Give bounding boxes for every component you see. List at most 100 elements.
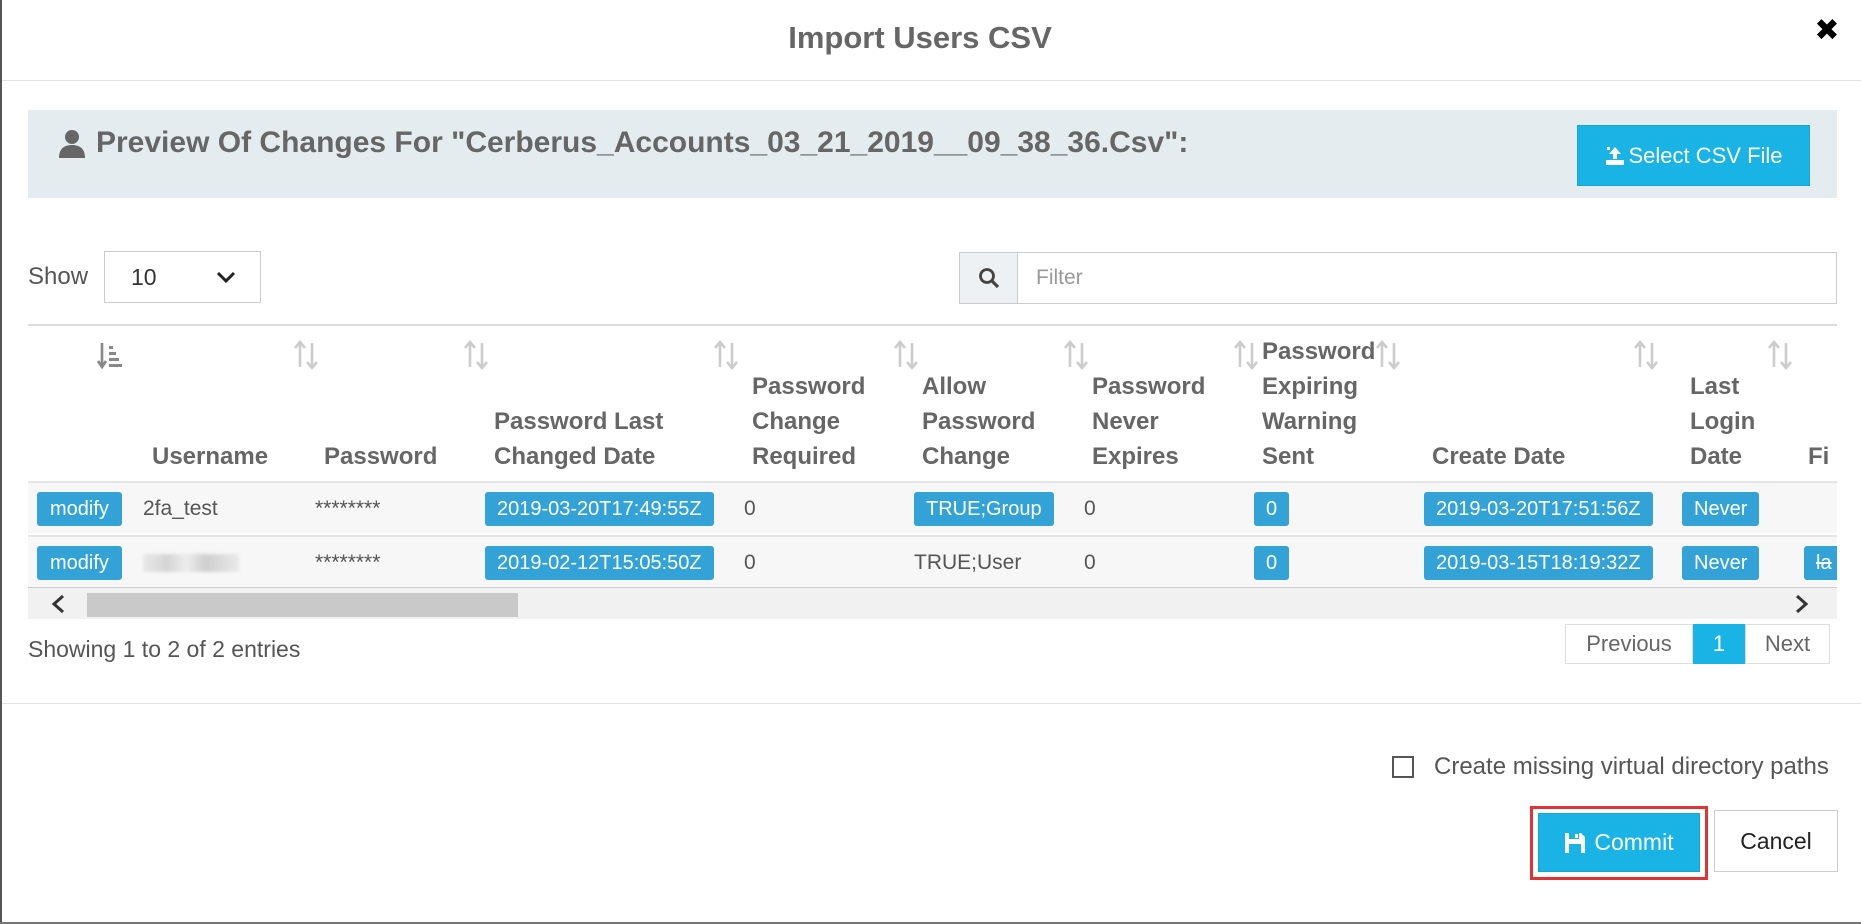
horizontal-scrollbar[interactable] [28,587,1837,619]
show-entries-label: Show [28,263,89,290]
first-badge: la [1804,546,1837,580]
sort-active-icon [96,343,122,370]
column-header-password-never-expires[interactable]: Password Never Expires [1092,326,1262,482]
modal-header: Import Users CSV ✖ [2,0,1861,81]
last-login-cell: Never [1682,537,1760,587]
column-header-password-expiring-warning-sent[interactable]: Password Expiring Warning Sent [1262,326,1432,482]
modify-button[interactable]: modify [37,546,122,580]
page-length-select[interactable]: 10 [104,251,261,303]
preview-table: Username Password Password Last Changed … [28,324,1837,587]
password-cell: ******** [315,497,381,520]
create-missing-paths-option: Create missing virtual directory paths [1392,752,1829,782]
warning-sent-badge: 0 [1254,492,1290,526]
column-header-label: Password Change Required [752,373,866,470]
allow-password-change-cell: TRUE;Group [914,483,1054,535]
table-row: modify 2fa_test ******** 2019-03-20T17:4… [28,481,1837,533]
sort-icon [1376,340,1400,370]
column-header-password-last-changed[interactable]: Password Last Changed Date [494,326,744,482]
create-missing-paths-label: Create missing virtual directory paths [1434,753,1829,780]
modify-cell: modify [37,537,122,587]
allow-password-change-cell: TRUE;User [914,551,1022,574]
column-header-label: Fi [1808,443,1830,470]
upload-icon [1606,146,1625,165]
column-header-label: Password Never Expires [1092,373,1206,470]
scroll-left-icon[interactable] [48,593,70,615]
scrollbar-thumb[interactable] [87,593,518,617]
divider [2,703,1861,704]
column-header-last-login-date[interactable]: Last Login Date [1690,326,1800,482]
sort-icon [294,340,318,370]
filter-input[interactable] [1017,252,1837,304]
sort-icon [894,340,918,370]
allow-change-badge: TRUE;Group [914,492,1054,526]
column-header-first[interactable]: Fi [1808,326,1837,482]
page-length-value: 10 [131,264,157,290]
sort-icon [1064,340,1088,370]
sort-icon [1234,340,1258,370]
warning-sent-badge: 0 [1254,546,1290,580]
sort-icon [714,340,738,370]
close-icon[interactable]: ✖ [1810,14,1844,48]
next-page-button[interactable]: Next [1745,624,1830,664]
chevron-down-icon [216,271,236,284]
username-cell [143,537,239,587]
create-date-cell: 2019-03-15T18:19:32Z [1424,537,1653,587]
modify-button[interactable]: modify [37,492,122,526]
scroll-right-icon[interactable] [1790,593,1812,615]
last-login-cell: Never [1682,483,1760,535]
first-cell: la [1804,537,1837,587]
commit-label: Commit [1594,829,1674,855]
sort-icon [1634,340,1658,370]
page-1-button[interactable]: 1 [1693,624,1745,664]
import-users-modal: Import Users CSV ✖ Preview Of Changes Fo… [2,0,1861,922]
password-change-required-cell: 0 [744,551,756,574]
column-header-password-change-required[interactable]: Password Change Required [752,326,922,482]
column-header-label: Create Date [1432,443,1566,470]
last-login-badge: Never [1682,546,1760,580]
column-header-label: Password Last Changed Date [494,408,664,470]
last-login-badge: Never [1682,492,1760,526]
column-header-username[interactable]: Username [152,326,322,482]
column-header-label: Password Expiring Warning Sent [1262,338,1376,470]
user-icon [59,130,85,158]
date-badge: 2019-02-12T15:05:50Z [485,546,714,580]
column-header-label: Last Login Date [1690,373,1756,470]
username-cell: 2fa_test [143,497,218,520]
column-header-label: Allow Password Change [922,373,1036,470]
column-header-allow-password-change[interactable]: Allow Password Change [922,326,1092,482]
preview-title: Preview Of Changes For "Cerberus_Account… [96,126,1189,159]
column-header-label: Password [324,443,438,470]
modify-cell: modify [37,483,122,535]
date-badge: 2019-03-15T18:19:32Z [1424,546,1653,580]
password-never-expires-cell: 0 [1084,497,1096,520]
column-header-label: Username [152,443,269,470]
cancel-button[interactable]: Cancel [1714,810,1838,872]
password-last-changed-cell: 2019-02-12T15:05:50Z [485,537,714,587]
sort-icon [1768,340,1792,370]
date-badge: 2019-03-20T17:49:55Z [485,492,714,526]
warning-sent-cell: 0 [1254,483,1290,535]
column-header-create-date[interactable]: Create Date [1432,326,1682,482]
create-missing-paths-checkbox[interactable] [1392,756,1414,778]
pagination: Previous 1 Next [1565,624,1830,664]
select-csv-file-button[interactable]: Select CSV File [1577,125,1810,186]
redacted-username [143,554,239,572]
preview-panel: Preview Of Changes For "Cerberus_Account… [28,110,1837,198]
password-change-required-cell: 0 [744,497,756,520]
date-badge: 2019-03-20T17:51:56Z [1424,492,1653,526]
table-info: Showing 1 to 2 of 2 entries [28,636,301,662]
sort-icon [464,340,488,370]
save-icon [1565,832,1586,853]
column-header-password[interactable]: Password [324,326,494,482]
filter-group [959,252,1837,304]
warning-sent-cell: 0 [1254,537,1290,587]
previous-page-button[interactable]: Previous [1565,624,1693,664]
search-icon [978,268,999,289]
create-date-cell: 2019-03-20T17:51:56Z [1424,483,1653,535]
password-last-changed-cell: 2019-03-20T17:49:55Z [485,483,714,535]
commit-button[interactable]: Commit [1538,813,1700,872]
password-cell: ******** [315,551,381,574]
column-header-action[interactable] [28,326,146,482]
table-row: modify ******** 2019-02-12T15:05:50Z 0 T… [28,535,1837,587]
modal-title: Import Users CSV [788,20,1052,55]
